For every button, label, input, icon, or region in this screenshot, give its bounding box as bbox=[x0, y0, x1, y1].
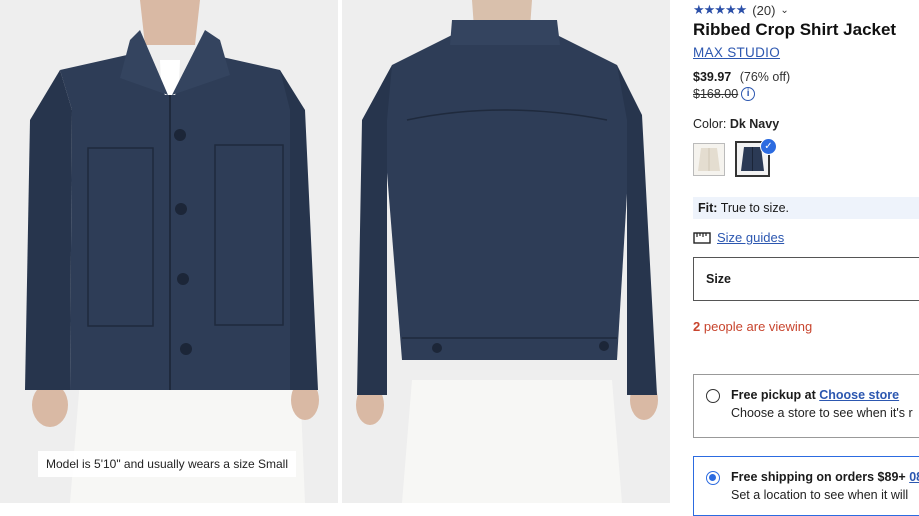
shipping-subtext: Set a location to see when it will bbox=[731, 488, 909, 502]
ruler-icon bbox=[693, 231, 711, 244]
product-image-front[interactable]: Model is 5'10" and usually wears a size … bbox=[0, 0, 338, 503]
color-label-row: Color: Dk Navy bbox=[693, 117, 779, 131]
selected-check-icon: ✓ bbox=[760, 138, 777, 155]
viewers-text: people are viewing bbox=[703, 319, 813, 334]
rating-summary[interactable]: ★★★★★ (20) ⌄ bbox=[693, 2, 789, 18]
pickup-option[interactable]: Free pickup at Choose store Choose a sto… bbox=[693, 374, 919, 438]
color-swatch-cream[interactable] bbox=[693, 143, 725, 176]
choose-store-link[interactable]: Choose store bbox=[819, 388, 899, 402]
size-select[interactable]: Size bbox=[693, 257, 919, 301]
jacket-back-illustration bbox=[342, 0, 670, 503]
pickup-radio[interactable] bbox=[706, 389, 720, 403]
price-current: $39.97 bbox=[693, 70, 732, 84]
viewers-count: 2 bbox=[693, 319, 701, 334]
product-title: Ribbed Crop Shirt Jacket bbox=[693, 20, 897, 39]
shipping-title: Free shipping on orders $89+ bbox=[731, 470, 906, 484]
viewers-notice: 2 people are viewing bbox=[693, 319, 812, 334]
shipping-radio[interactable] bbox=[706, 471, 720, 485]
size-guides-label: Size guides bbox=[717, 230, 785, 245]
model-size-note: Model is 5'10" and usually wears a size … bbox=[38, 451, 296, 477]
price-discount: (76% off) bbox=[739, 70, 791, 84]
star-rating-icon: ★★★★★ bbox=[693, 2, 747, 17]
shipping-option[interactable]: Free shipping on orders $89+ 083 Set a l… bbox=[693, 456, 919, 516]
shipping-title-row: Free shipping on orders $89+ 083 bbox=[731, 470, 919, 484]
info-icon[interactable]: i bbox=[741, 87, 756, 101]
price-original: $168.00 bbox=[693, 87, 739, 101]
pickup-title-row: Free pickup at Choose store bbox=[731, 388, 899, 402]
product-image-back[interactable] bbox=[342, 0, 670, 503]
color-label: Color: bbox=[693, 117, 727, 131]
swatch-cream-image bbox=[694, 144, 724, 175]
pickup-subtext: Choose a store to see when it's r bbox=[731, 406, 913, 420]
jacket-front-illustration bbox=[0, 0, 338, 503]
brand-link[interactable]: MAX STUDIO bbox=[693, 45, 780, 60]
size-guides-link[interactable]: Size guides bbox=[693, 230, 784, 245]
pickup-title: Free pickup at bbox=[731, 388, 816, 402]
fit-value: True to size. bbox=[720, 201, 789, 215]
price-current-row: $39.97 (76% off) bbox=[693, 70, 790, 84]
chevron-down-icon: ⌄ bbox=[780, 4, 789, 16]
rating-count: (20) bbox=[752, 2, 776, 18]
shipping-zip-link[interactable]: 083 bbox=[909, 470, 919, 484]
price-original-row: $168.00 i bbox=[693, 87, 756, 101]
color-value: Dk Navy bbox=[729, 117, 780, 131]
fit-info: Fit: True to size. bbox=[693, 197, 919, 219]
fit-label: Fit: bbox=[698, 201, 718, 215]
